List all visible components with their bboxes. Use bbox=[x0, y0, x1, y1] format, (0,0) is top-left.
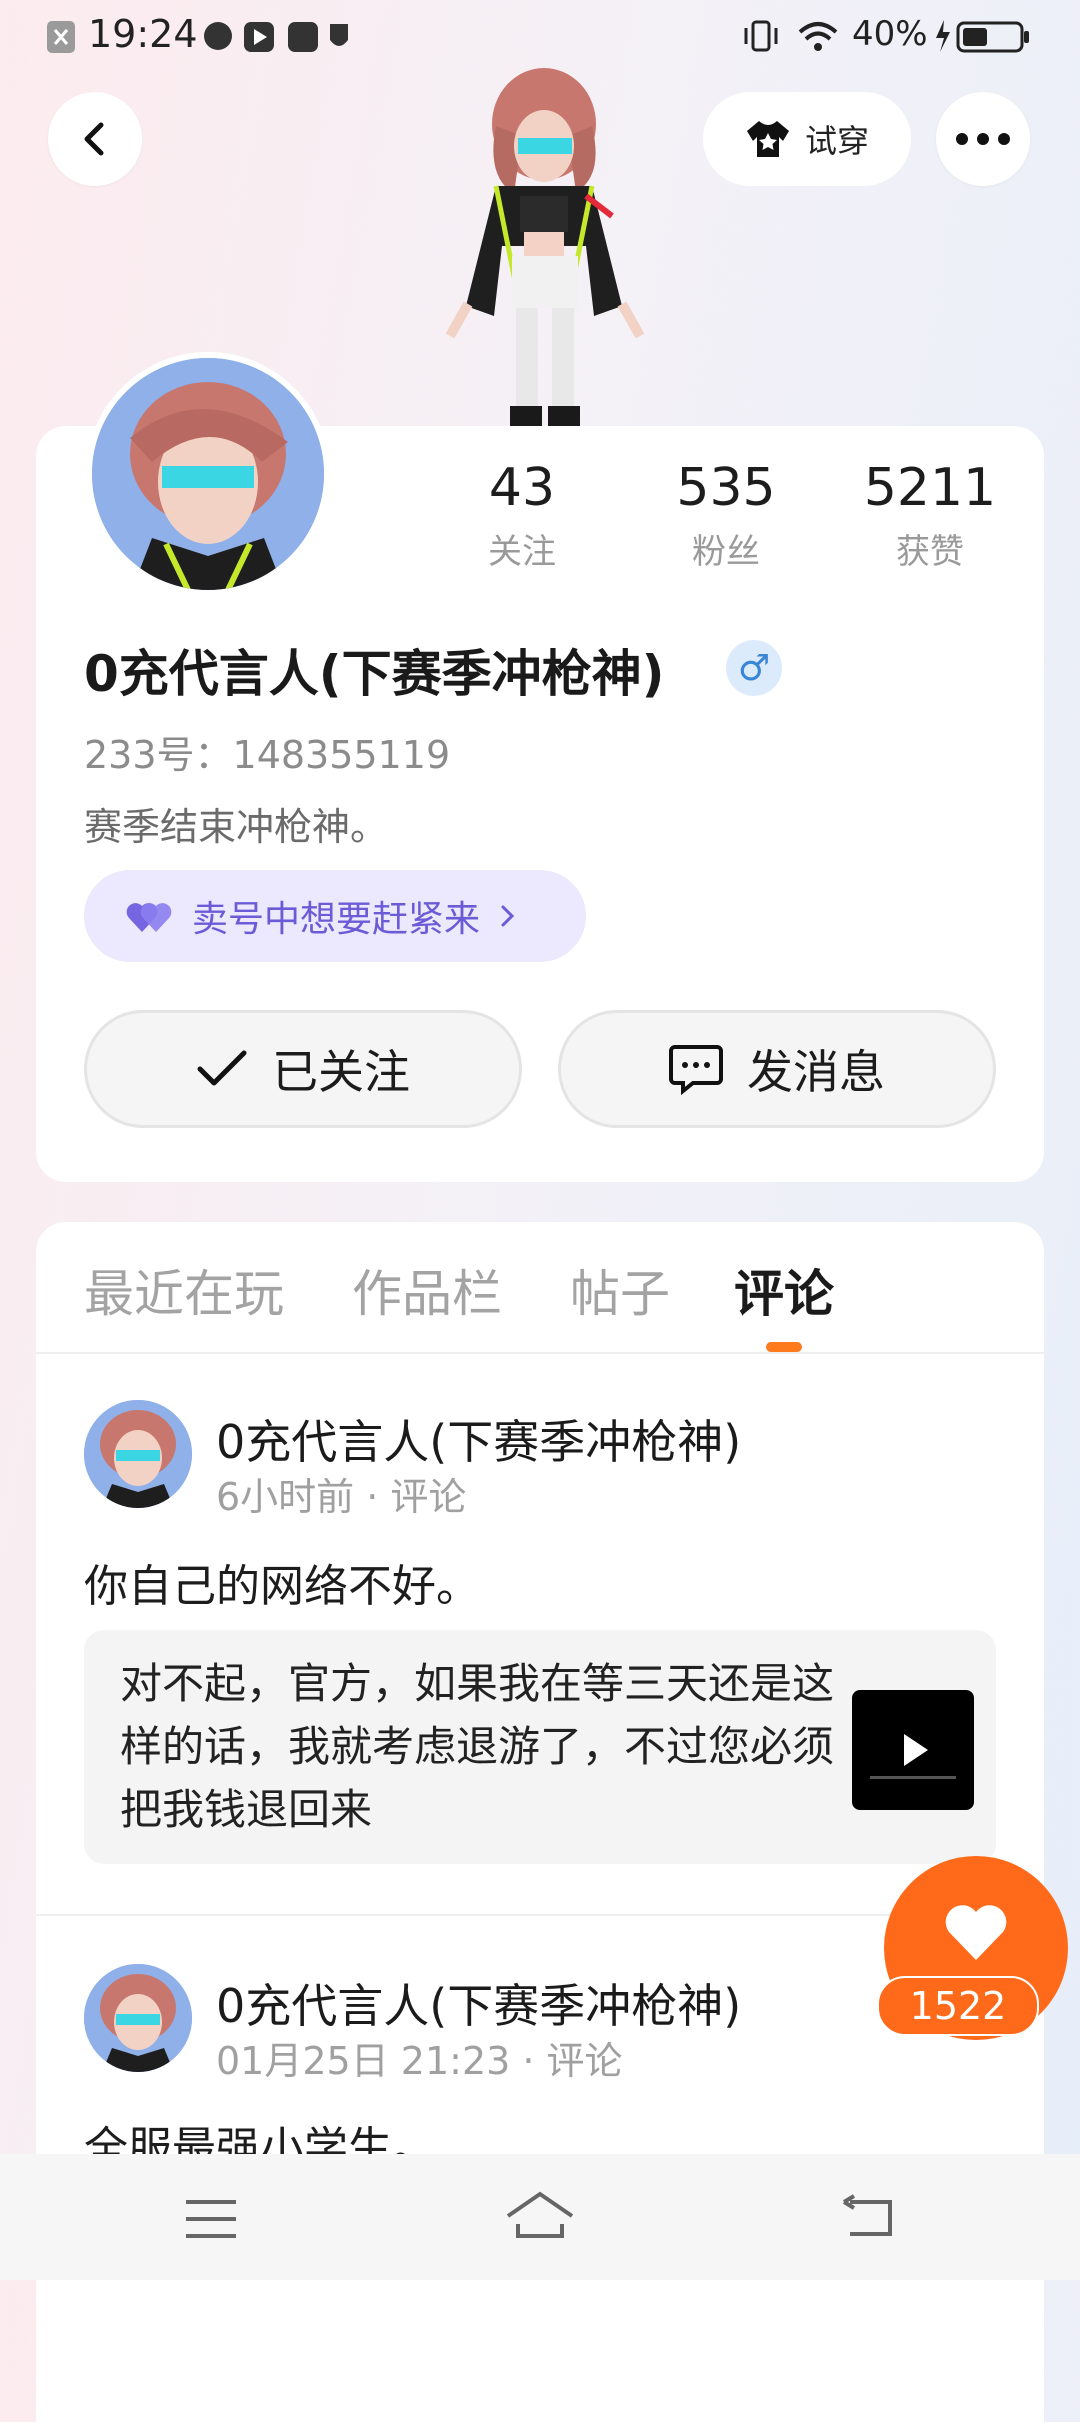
quoted-post-text: 对不起，官方，如果我在等三天还是这样的话，我就考虑退游了，不过您必须把我钱退回来 bbox=[120, 1659, 835, 1834]
battery-percent: 40% bbox=[852, 14, 928, 54]
follow-button[interactable]: 已关注 bbox=[84, 1010, 522, 1128]
post-author[interactable]: 0充代言人(下赛季冲枪神) bbox=[216, 1970, 741, 2036]
stat-fans[interactable]: 535 粉丝 bbox=[626, 458, 826, 573]
chevron-right-icon bbox=[501, 905, 515, 927]
post-text[interactable]: 你自己的网络不好。 bbox=[84, 1550, 480, 1614]
post-meta: 01月25日 21:23 · 评论 bbox=[216, 2039, 623, 2083]
tab-posts[interactable]: 帖子 bbox=[570, 1254, 670, 1326]
stat-following[interactable]: 43 关注 bbox=[422, 458, 622, 573]
stat-fans-label: 粉丝 bbox=[692, 532, 760, 572]
quoted-post[interactable]: 对不起，官方，如果我在等三天还是这样的话，我就考虑退游了，不过您必须把我钱退回来 bbox=[84, 1630, 996, 1864]
app-notification-icons bbox=[204, 22, 348, 52]
heart-icon bbox=[945, 1905, 1007, 1960]
tabs-divider bbox=[36, 1352, 1044, 1354]
profile-bio: 赛季结束冲枪神。 bbox=[84, 805, 389, 849]
character-model-image[interactable] bbox=[426, 66, 666, 428]
vibrate-icon bbox=[744, 20, 778, 52]
profile-uid: 233号：148355119 bbox=[84, 733, 451, 777]
message-button[interactable]: 发消息 bbox=[558, 1010, 996, 1128]
stat-following-value: 43 bbox=[488, 458, 556, 518]
stat-likes-label: 获赞 bbox=[896, 532, 964, 572]
avatar-image bbox=[84, 1964, 192, 2072]
more-dots-icon bbox=[956, 133, 1010, 145]
post-avatar[interactable] bbox=[84, 1400, 192, 1508]
stat-likes-value: 5211 bbox=[863, 458, 997, 518]
double-heart-icon bbox=[126, 903, 172, 932]
try-on-label: 试穿 bbox=[804, 122, 869, 160]
battery-icon bbox=[936, 20, 1029, 53]
post-avatar[interactable] bbox=[84, 1964, 192, 2072]
stat-fans-value: 535 bbox=[676, 458, 776, 518]
stat-likes[interactable]: 5211 获赞 bbox=[830, 458, 1030, 573]
post-author[interactable]: 0充代言人(下赛季冲枪神) bbox=[216, 1406, 741, 1472]
profile-avatar[interactable] bbox=[86, 352, 330, 596]
tab-recently-played[interactable]: 最近在玩 bbox=[84, 1254, 284, 1326]
stat-following-label: 关注 bbox=[488, 532, 556, 572]
try-on-button[interactable]: 试穿 bbox=[703, 92, 911, 186]
chat-bubble-icon bbox=[669, 1045, 723, 1095]
promo-label: 卖号中想要赶紧来 bbox=[192, 899, 481, 940]
male-gender-icon: ♂ bbox=[726, 640, 782, 696]
avatar-image bbox=[84, 1400, 192, 1508]
chevron-left-icon bbox=[84, 122, 104, 156]
post-meta: 6小时前 · 评论 bbox=[216, 1475, 467, 1519]
profile-name: 0充代言人(下赛季冲枪神) bbox=[84, 645, 665, 703]
system-nav-bar bbox=[0, 2154, 1080, 2280]
play-icon bbox=[870, 1734, 956, 1779]
more-button[interactable] bbox=[936, 92, 1030, 186]
active-tab-indicator bbox=[766, 1342, 802, 1352]
tab-comments[interactable]: 评论 bbox=[734, 1254, 834, 1326]
menu-icon[interactable] bbox=[184, 2198, 238, 2240]
like-count: 1522 bbox=[877, 1976, 1039, 2036]
tshirt-icon bbox=[746, 121, 789, 157]
status-time: 19:24 bbox=[88, 12, 198, 56]
video-thumbnail[interactable] bbox=[852, 1690, 974, 1810]
back-nav-icon[interactable] bbox=[840, 2194, 896, 2240]
wifi-icon bbox=[798, 22, 838, 51]
tab-works[interactable]: 作品栏 bbox=[352, 1254, 502, 1326]
back-button[interactable] bbox=[48, 92, 142, 186]
home-icon[interactable] bbox=[504, 2190, 576, 2240]
follow-button-label: 已关注 bbox=[272, 1045, 410, 1099]
avatar-image bbox=[92, 358, 324, 590]
status-bar: 19:24 40% bbox=[0, 0, 1080, 72]
notification-icon bbox=[47, 21, 75, 53]
message-button-label: 发消息 bbox=[747, 1045, 885, 1099]
checkmark-icon bbox=[197, 1050, 247, 1086]
promo-tag[interactable]: 卖号中想要赶紧来 bbox=[84, 870, 586, 962]
